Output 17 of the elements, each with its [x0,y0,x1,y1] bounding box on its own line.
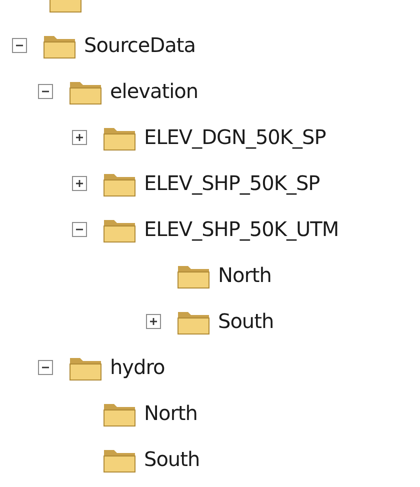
folder-label[interactable]: SourceData [84,30,196,60]
folder-label[interactable]: North [144,398,198,428]
collapse-icon[interactable] [38,360,53,374]
folder-label[interactable]: elevation [110,76,198,106]
expand-icon[interactable] [146,314,161,328]
folder-label[interactable]: South [144,444,200,474]
expand-icon[interactable] [72,130,87,144]
expand-icon[interactable] [72,176,87,190]
folder-label[interactable]: ELEV_SHP_50K_SP [144,168,320,198]
collapse-icon[interactable] [12,38,27,52]
collapse-icon[interactable] [38,84,53,98]
folder-label[interactable]: South [218,306,274,336]
folder-label[interactable]: North [218,260,272,290]
folder-label[interactable]: ELEV_DGN_50K_SP [144,122,326,152]
collapse-icon[interactable] [72,222,87,236]
folder-label[interactable]: ELEV_SHP_50K_UTM [144,214,339,244]
folder-label[interactable]: hydro [110,352,165,382]
